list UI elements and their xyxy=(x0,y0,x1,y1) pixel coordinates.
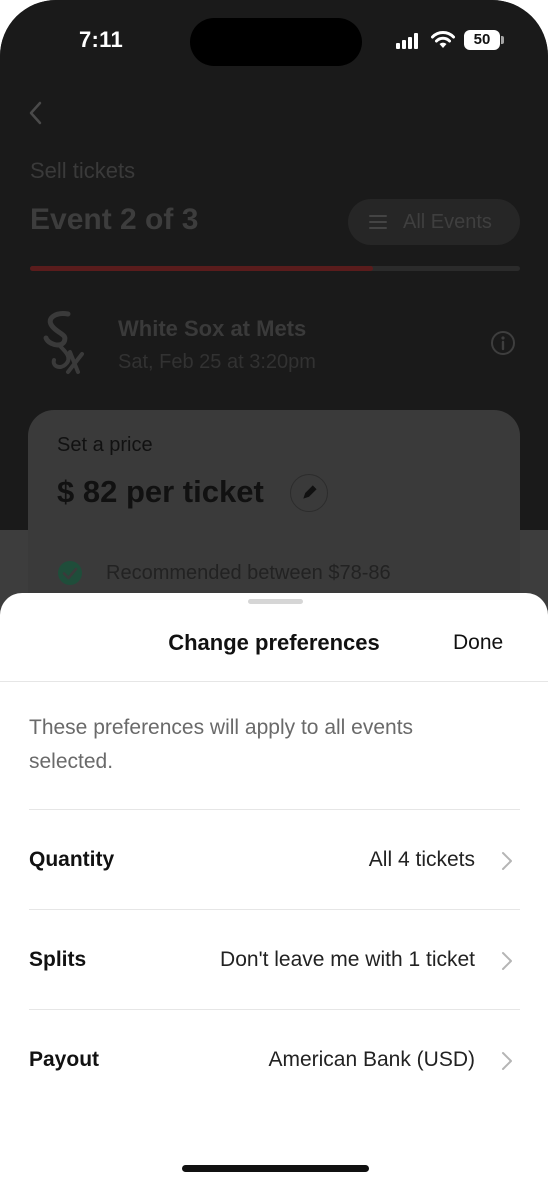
payout-value: American Bank (USD) xyxy=(268,1048,475,1071)
payout-row[interactable]: Payout American Bank (USD) xyxy=(29,1009,520,1109)
chevron-right-icon xyxy=(502,1052,512,1070)
splits-label: Splits xyxy=(29,948,87,971)
page-subtitle: Sell tickets xyxy=(30,158,136,183)
back-chevron-icon[interactable] xyxy=(26,100,46,126)
status-bar: 7:11 50 xyxy=(0,0,548,80)
home-indicator[interactable] xyxy=(182,1165,369,1172)
preferences-sheet: Change preferences Done These preference… xyxy=(0,593,548,1186)
quantity-label: Quantity xyxy=(29,848,115,871)
list-icon xyxy=(369,215,387,229)
battery-icon: 50 xyxy=(464,30,500,50)
battery-nub xyxy=(501,36,504,44)
chevron-right-icon xyxy=(502,852,512,870)
wifi-icon xyxy=(431,31,455,48)
event-date: Sat, Feb 25 at 3:20pm xyxy=(118,351,316,373)
payout-label: Payout xyxy=(29,1048,100,1071)
splits-row[interactable]: Splits Don't leave me with 1 ticket xyxy=(29,909,520,1009)
team-logo-icon xyxy=(43,311,84,374)
phone-screen: 7:11 50 Sell tickets Event 2 of 3 All Ev… xyxy=(0,0,548,1186)
page-title: Event 2 of 3 xyxy=(30,203,199,236)
event-name: White Sox at Mets xyxy=(118,316,307,341)
chevron-right-icon xyxy=(502,952,512,970)
check-circle-icon xyxy=(58,561,82,585)
splits-value: Don't leave me with 1 ticket xyxy=(220,948,475,971)
event-progress-fill xyxy=(30,266,373,271)
dynamic-island xyxy=(190,18,362,66)
sheet-description: These preferences will apply to all even… xyxy=(29,716,414,773)
sheet-grabber[interactable] xyxy=(248,599,303,604)
edit-pencil-icon[interactable] xyxy=(290,474,328,512)
all-events-label: All Events xyxy=(403,211,492,233)
status-time: 7:11 xyxy=(79,27,124,52)
recommendation-text: Recommended between $78-86 xyxy=(106,562,391,584)
quantity-value: All 4 tickets xyxy=(368,848,475,871)
event-progress-bar xyxy=(30,266,520,271)
price-amount: $ 82 per ticket xyxy=(57,474,264,509)
quantity-row[interactable]: Quantity All 4 tickets xyxy=(29,809,520,909)
all-events-button[interactable]: All Events xyxy=(348,199,520,245)
sheet-divider xyxy=(0,681,548,682)
done-button[interactable]: Done xyxy=(453,631,503,655)
price-card-label: Set a price xyxy=(57,434,153,456)
info-icon[interactable] xyxy=(490,330,516,356)
cellular-signal-icon xyxy=(396,33,422,49)
